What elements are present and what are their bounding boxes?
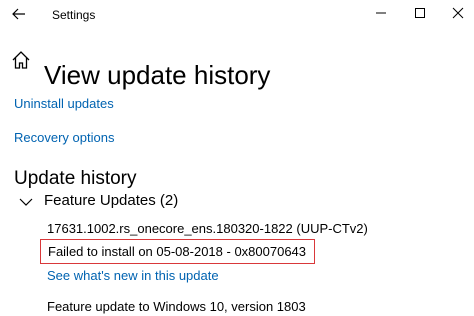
back-button[interactable] xyxy=(8,3,30,25)
home-icon xyxy=(12,51,30,69)
title-bar: Settings xyxy=(0,0,474,30)
update-status-text: Failed to install on 05-08-2018 - 0x8007… xyxy=(48,244,307,259)
page-title: View update history xyxy=(44,60,271,91)
update-item-name: Feature update to Windows 10, version 18… xyxy=(47,299,306,314)
failed-status-highlight: Failed to install on 05-08-2018 - 0x8007… xyxy=(40,239,315,264)
uninstall-updates-link[interactable]: Uninstall updates xyxy=(14,96,114,111)
chevron-down-icon xyxy=(19,198,33,206)
minimize-button[interactable] xyxy=(370,4,392,22)
maximize-icon xyxy=(415,8,425,18)
minimize-icon xyxy=(376,12,386,14)
close-icon xyxy=(452,7,464,19)
close-button[interactable] xyxy=(447,4,469,22)
update-history-heading: Update history xyxy=(14,168,137,189)
arrow-left-icon xyxy=(12,8,25,20)
update-item-name: 17631.1002.rs_onecore_ens.180320-1822 (U… xyxy=(47,221,368,236)
whats-new-link[interactable]: See what's new in this update xyxy=(47,268,219,283)
recovery-options-link[interactable]: Recovery options xyxy=(14,130,114,145)
maximize-button[interactable] xyxy=(409,4,431,22)
feature-updates-label: Feature Updates (2) xyxy=(44,192,179,209)
app-title: Settings xyxy=(52,8,96,22)
settings-window: Settings View update history Uninstall u… xyxy=(0,0,474,316)
